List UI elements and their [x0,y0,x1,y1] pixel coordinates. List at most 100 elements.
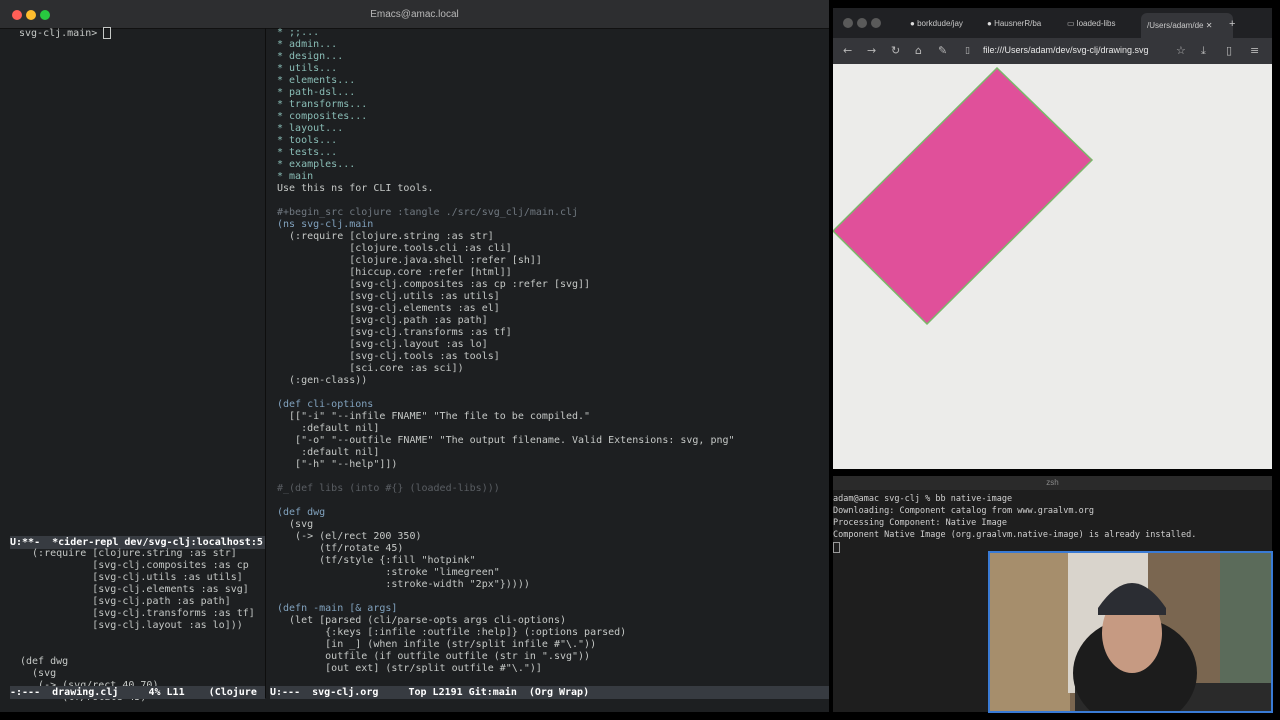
page-icon: ▭ [1067,19,1075,28]
cli-options-line: :default nil] [277,447,380,458]
require-line: [clojure.tools.cli :as cli] [277,243,512,254]
drawing-buffer-line: [svg-clj.transforms :as tf] [20,608,255,619]
drawing-buffer-line: [svg-clj.utils :as utils] [20,572,243,583]
org-heading[interactable]: * design... [277,51,434,63]
dwg-line: (tf/style {:fill "hotpink" [277,555,476,566]
cli-options-line: [["-i" "--infile FNAME" "The file to be … [277,411,591,422]
drawing-buffer[interactable]: (:require [clojure.string :as str] [svg-… [20,548,255,704]
main-fn-line: [out ext] (str/split outfile #"\.")] [277,663,542,674]
require-line: [svg-clj.tools :as tools] [277,351,500,362]
cli-options-line: :default nil] [277,423,380,434]
back-icon[interactable]: ← [843,44,852,57]
webcam-image [990,553,1271,711]
dwg-line: (-> (el/rect 200 350) [277,531,422,542]
repl-cursor[interactable] [103,27,112,39]
pane-divider[interactable] [265,28,266,698]
org-heading[interactable]: * elements... [277,75,434,87]
org-heading[interactable]: * utils... [277,63,434,75]
home-icon[interactable]: ⌂ [915,44,922,57]
browser-close-icon[interactable] [843,18,853,28]
dwg-line: :stroke "limegreen" [277,567,500,578]
browser-minimize-icon[interactable] [857,18,867,28]
org-heading[interactable]: * composites... [277,111,434,123]
require-line: [svg-clj.path :as path] [277,315,488,326]
require-line: (:require [clojure.string :as str] [277,231,494,242]
org-heading[interactable]: * tools... [277,135,434,147]
org-code-block[interactable]: #+begin_src clojure :tangle ./src/svg_cl… [277,207,735,675]
org-heading[interactable]: * path-dsl... [277,87,434,99]
forward-icon[interactable]: → [867,44,876,57]
menu-icon[interactable]: ≡ [1250,44,1259,57]
webcam-overlay [988,551,1273,713]
dwg-line: :stroke-width "2px"})))) [277,579,530,590]
drawing-buffer-line: (:require [clojure.string :as str] [20,548,237,559]
org-heading[interactable]: * layout... [277,123,434,135]
org-heading[interactable]: * admin... [277,39,434,51]
tab-borkdude[interactable]: ● borkdude/jay [910,15,982,33]
close-tab-icon[interactable]: ✕ [1206,21,1213,30]
browser-toolbar: ← → ↻ ⌂ ✎ ▯ file:///Users/adam/dev/svg-c… [833,38,1272,64]
main-fn-line: [in _] (when infile (str/split infile #"… [277,639,597,650]
org-heading[interactable]: * transforms... [277,99,434,111]
require-line: [svg-clj.layout :as lo] [277,339,488,350]
browser-window: ● borkdude/jay ● HausnerR/ba ▭ loaded-li… [833,8,1272,469]
terminal-line: adam@amac svg-clj % bb native-image [833,494,1013,504]
github-icon: ● [987,19,992,28]
require-line: [svg-clj.elements :as el] [277,303,500,314]
repl-prompt: svg-clj.main> [19,28,104,39]
sidebar-icon[interactable]: ▯ [1226,44,1232,57]
terminal-line: Downloading: Component catalog from www.… [833,506,1094,516]
wrench-icon[interactable]: ✎ [938,44,947,57]
browser-maximize-icon[interactable] [871,18,881,28]
org-heading[interactable]: * main [277,171,434,183]
drawing-buffer-line: [svg-clj.path :as path] [20,596,231,607]
repl-prompt-line[interactable]: svg-clj.main> [19,27,112,40]
dwg-line: (svg [277,519,314,530]
drawing-buffer-line: (def dwg [20,656,69,667]
file-icon: ▯ [965,46,970,56]
emacs-title: Emacs@amac.local [370,9,459,20]
org-text: Use this ns for CLI tools. [277,183,434,194]
dwg-line: (tf/rotate 45) [277,543,404,554]
org-modeline: U:--- svg-clj.org Top L2191 Git:main (Or… [270,686,829,699]
org-heading[interactable]: * ;;... [277,27,434,39]
bookmark-star-icon[interactable]: ☆ [1176,44,1186,57]
ns-declaration: (ns svg-clj.main [277,219,374,230]
cli-options-line: (def cli-options [277,399,374,410]
commented-form: #_(def libs (into #{} (loaded-libs))) [277,483,500,494]
drawing-buffer-line [20,644,255,656]
download-icon[interactable]: ⤓ [1201,44,1206,58]
cli-options-line: ["-o" "--outfile FNAME" "The output file… [277,435,735,446]
cli-options-line: ["-h" "--help"]]) [277,459,398,470]
require-line: [svg-clj.transforms :as tf] [277,327,512,338]
org-heading[interactable]: * examples... [277,159,434,171]
address-bar[interactable]: file:///Users/adam/dev/svg-clj/drawing.s… [983,45,1149,55]
reload-icon[interactable]: ↻ [891,44,900,57]
main-fn-line: (let [parsed (cli/parse-opts args cli-op… [277,615,566,626]
emacs-titlebar: Emacs@amac.local [0,0,829,29]
terminal-line: Component Native Image (org.graalvm.nati… [833,530,1197,540]
tab-hausnerr[interactable]: ● HausnerR/ba [987,15,1059,33]
drawing-buffer-line: [svg-clj.layout :as lo])) [20,620,243,631]
terminal-cursor[interactable] [833,542,840,556]
org-headings: * ;;... * admin... * design... * utils... * … [277,27,434,195]
require-line: [hiccup.core :refer [html]] [277,267,512,278]
main-fn-line: outfile (if outfile outfile (str in ".sv… [277,651,591,662]
require-line: (:gen-class)) [277,375,368,386]
emacs-window: Emacs@amac.local svg-clj.main> * ;;... * … [0,0,829,712]
tab-loaded-libs[interactable]: ▭ loaded-libs [1067,15,1139,33]
drawing-buffer-line: [svg-clj.composites :as cp [20,560,255,571]
require-line: [sci.core :as sci]) [277,363,464,374]
src-block-header: #+begin_src clojure :tangle ./src/svg_cl… [277,207,579,218]
new-tab-icon[interactable]: + [1229,15,1243,33]
drawing-buffer-line: [svg-clj.elements :as svg] [20,584,249,595]
tab-drawing-svg[interactable]: /Users/adam/de ✕ [1141,13,1233,38]
drawing-modeline: -:--- drawing.clj 4% L11 (Clojure [10,686,265,699]
drawing-buffer-line: (svg [20,668,57,679]
org-heading[interactable]: * tests... [277,147,434,159]
github-icon: ● [910,19,915,28]
dwg-line: (def dwg [277,507,326,518]
